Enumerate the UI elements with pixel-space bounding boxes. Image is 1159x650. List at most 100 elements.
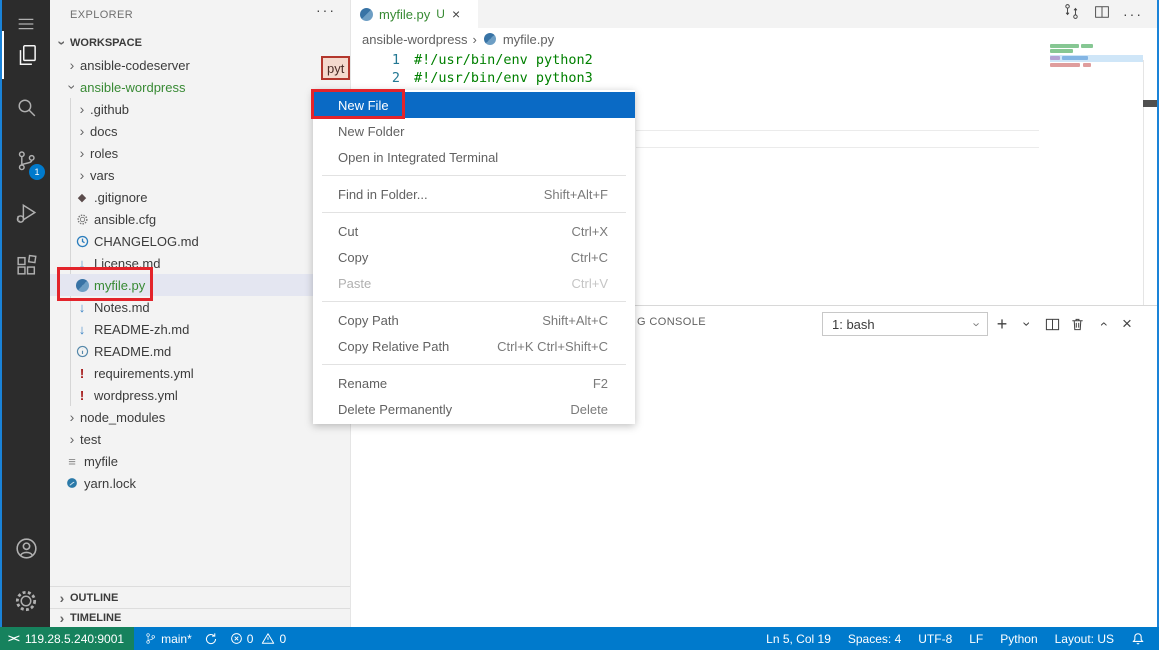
split-terminal-icon[interactable] — [1041, 312, 1063, 336]
terminal-dropdown-icon[interactable]: › — [1016, 312, 1038, 336]
tree-item-vars[interactable]: vars — [50, 164, 350, 186]
code-area[interactable]: 1 #!/usr/bin/env python2 2 #!/usr/bin/en… — [350, 51, 593, 87]
tree-item-docs[interactable]: docs — [50, 120, 350, 142]
tree-item-myfile[interactable]: ≡ myfile — [50, 450, 350, 472]
chevron-right-icon — [74, 146, 90, 160]
chevron-right-icon — [74, 124, 90, 138]
python-file-icon — [358, 6, 374, 22]
python-file-icon — [74, 277, 90, 293]
notifications-bell-icon[interactable] — [1131, 632, 1145, 646]
tree-item-readme-zh[interactable]: ↓ README-zh.md — [50, 318, 350, 340]
split-editor-icon[interactable] — [1093, 3, 1111, 26]
tree-item-ansible-codeserver[interactable]: ansible-codeserver — [50, 54, 350, 76]
tree-item-requirements[interactable]: ! requirements.yml — [50, 362, 350, 384]
menu-item-copy-path[interactable]: Copy Path Shift+Alt+C — [313, 307, 635, 333]
tree-item-readme[interactable]: README.md — [50, 340, 350, 362]
tab-bar: myfile.py U × ··· — [350, 0, 1157, 28]
encoding-item[interactable]: UTF-8 — [918, 632, 952, 646]
tree-section-workspace[interactable]: WORKSPACE — [50, 32, 350, 54]
remote-icon: >< — [8, 633, 19, 645]
menu-item-new-file[interactable]: New File — [313, 92, 635, 118]
menu-item-rename[interactable]: Rename F2 — [313, 370, 635, 396]
chevron-right-icon — [54, 591, 70, 605]
menu-item-find-in-folder[interactable]: Find in Folder... Shift+Alt+F — [313, 181, 635, 207]
close-panel-icon[interactable]: × — [1116, 312, 1138, 336]
settings-gear-icon[interactable] — [2, 577, 50, 625]
timeline-label: TIMELINE — [70, 612, 121, 624]
code-line: 1 #!/usr/bin/env python2 — [350, 51, 593, 69]
chevron-down-icon — [64, 80, 80, 94]
explorer-more-actions-icon[interactable]: ··· — [316, 2, 336, 18]
tree-item-ansible-wordpress[interactable]: ansible-wordpress — [50, 76, 350, 98]
eol-item[interactable]: LF — [969, 632, 983, 646]
search-icon[interactable] — [2, 83, 50, 131]
cursor-position-item[interactable]: Ln 5, Col 19 — [766, 632, 831, 646]
tree-item-ansible-cfg[interactable]: ansible.cfg — [50, 208, 350, 230]
code-line: 2 #!/usr/bin/env python3 — [350, 69, 593, 87]
tree-item-changelog[interactable]: CHANGELOG.md — [50, 230, 350, 252]
timeline-section[interactable]: TIMELINE — [50, 608, 350, 627]
sync-changes-item[interactable] — [204, 632, 218, 646]
menu-item-new-folder[interactable]: New Folder — [313, 118, 635, 144]
menu-separator — [322, 364, 626, 365]
breadcrumb-folder[interactable]: ansible-wordpress — [362, 32, 468, 47]
breadcrumb: ansible-wordpress › myfile.py — [362, 28, 554, 50]
git-branch-item[interactable]: main* — [144, 632, 192, 646]
menu-item-cut[interactable]: Cut Ctrl+X — [313, 218, 635, 244]
run-debug-icon[interactable] — [2, 188, 50, 236]
close-tab-icon[interactable]: × — [452, 6, 460, 22]
panel-tab-debug-console[interactable]: G CONSOLE — [637, 316, 706, 328]
outline-section[interactable]: OUTLINE — [50, 586, 350, 608]
tree-item-notes[interactable]: ↓ Notes.md — [50, 296, 350, 318]
chevron-right-icon — [74, 102, 90, 116]
markdown-file-icon: ↓ — [74, 299, 90, 315]
tree-item-license[interactable]: ↓ License.md — [50, 252, 350, 274]
list-file-icon: ≡ — [64, 453, 80, 469]
panel-actions: + › › × — [991, 312, 1138, 336]
outline-label: OUTLINE — [70, 592, 118, 604]
maximize-panel-icon[interactable]: › — [1091, 312, 1113, 336]
tab-myfile-py[interactable]: myfile.py U × — [350, 0, 478, 28]
chevron-down-icon: › — [969, 322, 984, 326]
scrollbar-thumb[interactable] — [1143, 100, 1157, 107]
kill-terminal-trash-icon[interactable] — [1066, 312, 1088, 336]
branch-name: main* — [161, 632, 192, 646]
breadcrumb-separator-icon: › — [473, 32, 477, 47]
breadcrumb-file[interactable]: myfile.py — [503, 32, 554, 47]
drag-badge-pyt: pyt — [321, 56, 350, 80]
menu-item-copy[interactable]: Copy Ctrl+C — [313, 244, 635, 270]
tree-item-gitignore[interactable]: ◆ .gitignore — [50, 186, 350, 208]
tree-item-test[interactable]: test — [50, 428, 350, 450]
minimap-mark — [1083, 63, 1091, 67]
clock-file-icon — [74, 233, 90, 249]
tree-item-myfile-py[interactable]: myfile.py — [50, 274, 350, 296]
remote-indicator[interactable]: >< 119.28.5.240:9001 — [0, 627, 134, 650]
language-mode-item[interactable]: Python — [1000, 632, 1037, 646]
terminal-selector[interactable]: 1: bash › — [822, 312, 988, 336]
menu-item-copy-relative-path[interactable]: Copy Relative Path Ctrl+K Ctrl+Shift+C — [313, 333, 635, 359]
problems-item[interactable]: 0 0 — [230, 632, 286, 646]
menu-item-open-in-terminal[interactable]: Open in Integrated Terminal — [313, 144, 635, 170]
gear-file-icon — [74, 211, 90, 227]
explorer-icon[interactable] — [2, 31, 50, 79]
keyboard-layout-item[interactable]: Layout: US — [1055, 632, 1114, 646]
tree-item-github[interactable]: .github — [50, 98, 350, 120]
minimap-mark — [1050, 44, 1079, 48]
extensions-icon[interactable] — [2, 241, 50, 289]
new-terminal-icon[interactable]: + — [991, 312, 1013, 336]
source-control-icon[interactable]: 1 — [2, 136, 50, 184]
remote-address: 119.28.5.240:9001 — [25, 632, 124, 646]
tree-item-wordpress[interactable]: ! wordpress.yml — [50, 384, 350, 406]
indentation-item[interactable]: Spaces: 4 — [848, 632, 901, 646]
tree-item-yarn-lock[interactable]: yarn.lock — [50, 472, 350, 494]
account-icon[interactable] — [2, 524, 50, 572]
tree-item-node-modules[interactable]: node_modules — [50, 406, 350, 428]
menu-separator — [322, 212, 626, 213]
menu-item-delete-permanently[interactable]: Delete Permanently Delete — [313, 396, 635, 422]
minimap-border — [1143, 60, 1144, 305]
yarn-file-icon — [64, 475, 80, 491]
git-diamond-icon: ◆ — [74, 189, 90, 205]
open-changes-icon[interactable] — [1062, 2, 1081, 26]
more-actions-icon[interactable]: ··· — [1123, 6, 1143, 22]
tree-item-roles[interactable]: roles — [50, 142, 350, 164]
